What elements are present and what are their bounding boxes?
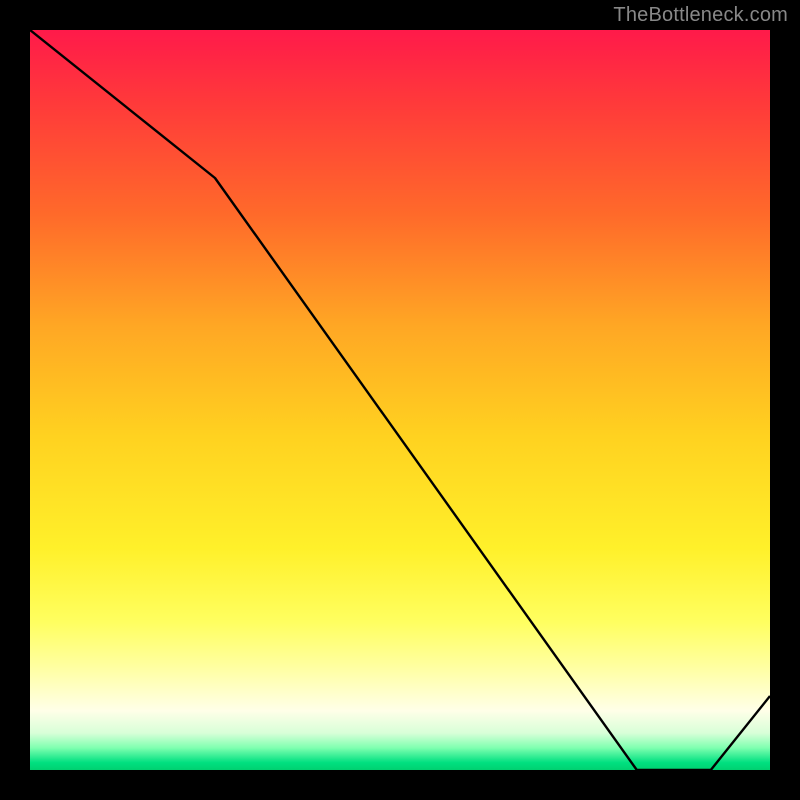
plot-area (30, 30, 770, 770)
chart-stage: TheBottleneck.com (0, 0, 800, 800)
attribution-text: TheBottleneck.com (613, 4, 788, 27)
